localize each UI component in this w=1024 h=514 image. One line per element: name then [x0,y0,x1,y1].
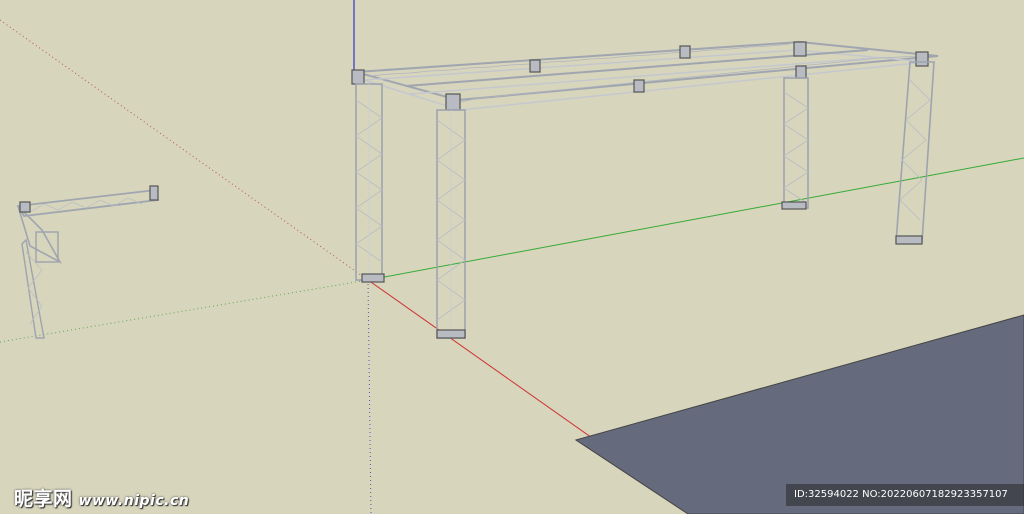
watermark-url: www.nipic.cn [78,493,190,509]
blue-axis-dotted [367,279,372,514]
truss-leg-front-right [895,61,935,245]
clamp [679,45,691,59]
truss-leg-back-left [355,83,385,283]
clamp [351,69,365,85]
clamp [633,79,645,93]
watermark-id-text: ID:32594022 NO:20220607182923357107 [794,489,1008,500]
clamp [795,65,807,79]
clamp [529,59,541,73]
clamp [445,93,461,111]
small-truss-piece [16,185,160,339]
sketchup-viewport[interactable]: 昵享网 www.nipic.cn ID:32594022 NO:202206071… [0,0,1024,514]
watermark-brand-text: 昵享网 [14,488,73,510]
red-axis-dotted [0,19,369,281]
watermark-id-bar: ID:32594022 NO:20220607182923357107 [786,484,1024,506]
truss-leg-back-right [781,77,809,210]
green-axis-dotted [0,279,369,343]
clamp [915,51,929,67]
clamp [793,41,807,57]
watermark-brand: 昵享网 www.nipic.cn [14,484,189,511]
3d-scene[interactable] [0,0,1024,514]
truss-leg-front-left [436,109,466,339]
